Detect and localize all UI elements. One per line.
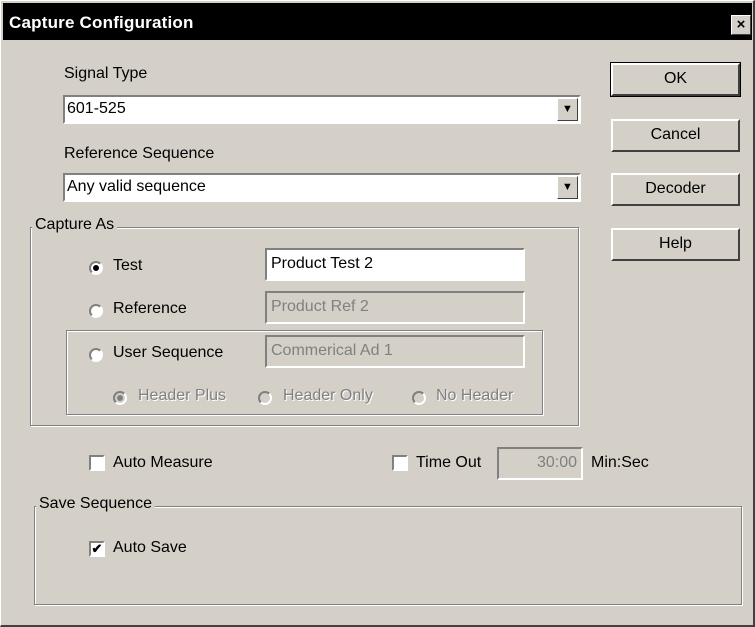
test-name-value: Product Test 2 (271, 255, 373, 272)
auto-save-label: Auto Save (113, 539, 187, 556)
reference-sequence-label: Reference Sequence (64, 145, 215, 162)
time-out-label: Time Out (416, 454, 482, 471)
close-icon: × (736, 16, 746, 33)
auto-save-checkbox[interactable]: ✔ (89, 541, 105, 557)
ok-button[interactable]: OK (610, 62, 741, 97)
reference-radio[interactable] (89, 304, 103, 318)
test-name-input[interactable]: Product Test 2 (265, 248, 525, 281)
auto-measure-checkbox[interactable] (89, 455, 105, 471)
user-sequence-label: User Sequence (113, 344, 224, 361)
signal-type-dropdown-button[interactable]: ▼ (557, 98, 578, 121)
reference-sequence-value: Any valid sequence (67, 178, 206, 195)
test-label: Test (113, 257, 143, 274)
decoder-button[interactable]: Decoder (611, 173, 740, 206)
user-sequence-name-value: Commerical Ad 1 (271, 342, 393, 359)
user-sequence-radio[interactable] (89, 348, 103, 362)
cancel-button[interactable]: Cancel (611, 119, 740, 152)
reference-sequence-dropdown-button[interactable]: ▼ (557, 176, 578, 199)
time-out-checkbox[interactable] (392, 455, 408, 471)
signal-type-select[interactable]: 601-525 ▼ (63, 95, 581, 124)
no-header-label: No Header (436, 387, 514, 404)
reference-name-input[interactable]: Product Ref 2 (265, 291, 525, 324)
time-out-input[interactable]: 30:00 (497, 447, 583, 480)
reference-name-value: Product Ref 2 (271, 298, 369, 315)
title-bar[interactable]: Capture Configuration × (3, 3, 752, 40)
capture-configuration-dialog: Capture Configuration × Signal Type 601-… (0, 0, 755, 627)
auto-measure-label: Auto Measure (113, 454, 213, 471)
chevron-down-icon: ▼ (562, 103, 573, 115)
reference-label: Reference (113, 300, 187, 317)
chevron-down-icon: ▼ (562, 181, 573, 193)
user-sequence-name-input[interactable]: Commerical Ad 1 (265, 335, 525, 368)
close-button[interactable]: × (731, 15, 751, 35)
save-sequence-legend: Save Sequence (36, 495, 155, 513)
time-out-unit: Min:Sec (591, 454, 649, 471)
no-header-radio[interactable] (412, 391, 426, 405)
signal-type-label: Signal Type (64, 65, 148, 82)
dialog-title: Capture Configuration (9, 13, 194, 32)
header-only-label: Header Only (283, 387, 373, 404)
header-only-radio[interactable] (258, 391, 272, 405)
checkmark-icon: ✔ (91, 541, 103, 556)
help-button[interactable]: Help (611, 228, 740, 261)
header-plus-label: Header Plus (138, 387, 227, 404)
header-plus-radio[interactable] (113, 391, 127, 405)
signal-type-value: 601-525 (67, 100, 126, 117)
time-out-value: 30:00 (536, 454, 577, 471)
test-radio[interactable] (89, 261, 103, 275)
reference-sequence-select[interactable]: Any valid sequence ▼ (63, 173, 581, 202)
capture-as-legend: Capture As (32, 216, 118, 234)
